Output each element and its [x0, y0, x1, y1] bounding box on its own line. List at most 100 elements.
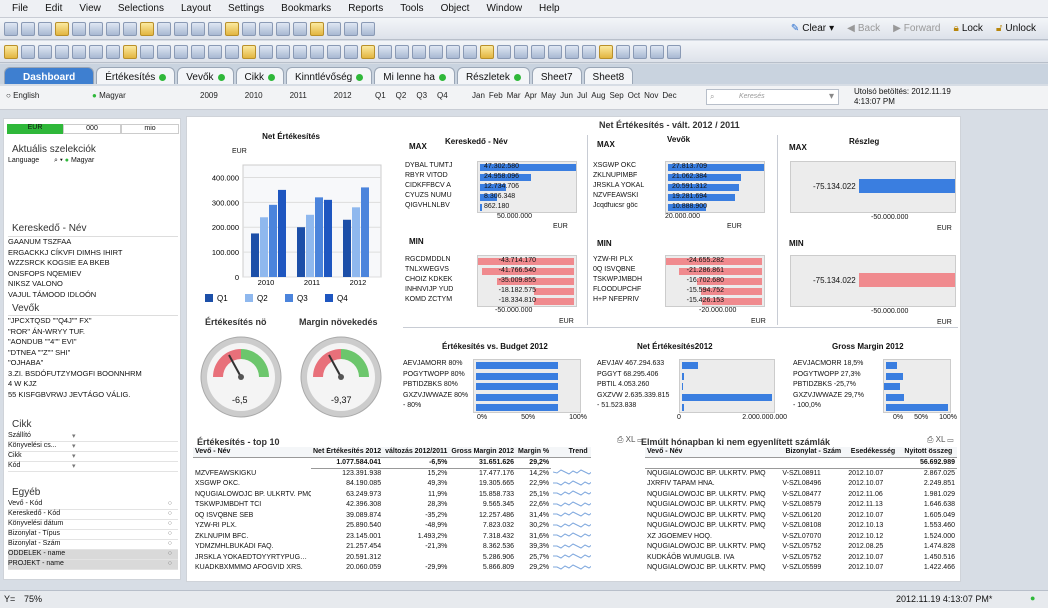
year-2011[interactable]: 2011: [290, 91, 307, 100]
design-toolbar-icon[interactable]: [667, 44, 681, 59]
design-toolbar-icon[interactable]: [72, 44, 86, 59]
menu-file[interactable]: File: [12, 3, 28, 14]
menu-view[interactable]: View: [79, 3, 101, 14]
month-jan[interactable]: Jan: [472, 91, 485, 100]
tab-értékesítés[interactable]: Értékesítés: [96, 67, 176, 84]
design-toolbar-icon[interactable]: [38, 44, 52, 59]
search-input[interactable]: ⌕ Keresés ▾: [706, 89, 839, 105]
design-toolbar-icon[interactable]: [361, 44, 375, 59]
year-2012[interactable]: 2012: [334, 91, 352, 100]
menu-help[interactable]: Help: [539, 3, 560, 14]
quarter-q4[interactable]: Q4: [437, 91, 448, 100]
toolbar-icon[interactable]: [72, 21, 86, 36]
language-value[interactable]: ⌕ ▾ ● Magyar: [54, 157, 94, 165]
month-aug[interactable]: Aug: [591, 91, 605, 100]
column-header[interactable]: Gross Margin 2012: [449, 447, 517, 458]
column-header[interactable]: Margin %: [516, 447, 552, 458]
month-sep[interactable]: Sep: [609, 91, 623, 100]
column-header[interactable]: Vevő - Név: [645, 447, 781, 458]
unlock-button[interactable]: 🔓︎ Unlock: [992, 22, 1040, 35]
design-toolbar-icon[interactable]: [4, 44, 18, 59]
egyeb-filter[interactable]: Kereskedő - Kód ○: [8, 510, 178, 520]
column-header[interactable]: Trend: [551, 447, 591, 458]
tab-kinntlévőség[interactable]: Kinntlévőség: [285, 67, 373, 84]
toolbar-icon[interactable]: [344, 21, 358, 36]
menu-object[interactable]: Object: [441, 3, 470, 14]
table-row[interactable]: KUADKBXMMMO AFOGVID XRS. 20.060.059 -29,9%…: [193, 563, 591, 574]
table-row[interactable]: NQUGIALOWOJC BP. ULKRTV. PMQ V-SZL06120 20…: [645, 510, 957, 521]
menu-layout[interactable]: Layout: [181, 3, 211, 14]
toolbar-icon[interactable]: [310, 21, 324, 36]
kereskedo-list-item[interactable]: VAJUL TÁMOOD IDLOÓN: [8, 290, 178, 299]
design-toolbar-icon[interactable]: [378, 44, 392, 59]
back-button[interactable]: ◀ Back: [843, 22, 884, 35]
quarter-q2[interactable]: Q2: [396, 91, 407, 100]
overdue-controls[interactable]: ⎙ XL ▭: [927, 435, 953, 445]
menu-window[interactable]: Window: [486, 3, 522, 14]
column-header[interactable]: Net Értékesítés 2012: [311, 447, 384, 458]
design-toolbar-icon[interactable]: [157, 44, 171, 59]
forward-button[interactable]: ▶ Forward: [889, 22, 944, 35]
toolbar-icon[interactable]: [191, 21, 205, 36]
menu-edit[interactable]: Edit: [45, 3, 62, 14]
design-toolbar-icon[interactable]: [599, 44, 613, 59]
toolbar-icon[interactable]: [327, 21, 341, 36]
design-toolbar-icon[interactable]: [259, 44, 273, 59]
cikk-filter[interactable]: Kód ▾: [8, 462, 178, 472]
table-row[interactable]: NQUGIALOWOJC BP. ULKRTV. PMQ V-SZL05752 20…: [645, 542, 957, 553]
table-row[interactable]: JXRFIV TAPAM HNA. V-SZL08496 2012.10.07 2.2…: [645, 479, 957, 490]
toolbar-icon[interactable]: [293, 21, 307, 36]
tab-vevők[interactable]: Vevők: [177, 67, 234, 84]
design-toolbar-icon[interactable]: [242, 44, 256, 59]
month-oct[interactable]: Oct: [628, 91, 640, 100]
unit-selector[interactable]: EUR 000 mio: [7, 124, 179, 134]
design-toolbar-icon[interactable]: [565, 44, 579, 59]
table-row[interactable]: NQUGIALOWOJC BP. ULKRTV. PMQ V-SZL08579 20…: [645, 500, 957, 511]
toolbar-icon[interactable]: [208, 21, 222, 36]
column-header[interactable]: Bizonylat - Szám: [780, 447, 847, 458]
lock-button[interactable]: 🔒︎ Lock: [949, 22, 986, 35]
tab-dashboard[interactable]: Dashboard: [4, 67, 95, 84]
design-toolbar-icon[interactable]: [174, 44, 188, 59]
table-row[interactable]: XSGWP OKC. 84.190.085 49,3% 19.305.665 22,9%: [193, 479, 591, 490]
kereskedo-list-item[interactable]: NIKSZ VALONO: [8, 279, 178, 290]
tab-mi-lenne-ha[interactable]: Mi lenne ha: [374, 67, 455, 84]
tab-sheet7[interactable]: Sheet7: [531, 67, 582, 84]
toolbar-icon[interactable]: [4, 21, 18, 36]
table-row[interactable]: NQUGIALOWOJC BP. ULKRTV. PMQ V-SZL08911 20…: [645, 468, 957, 479]
month-may[interactable]: May: [541, 91, 556, 100]
table-row[interactable]: YZW-RI PLX. 25.890.540 -48,9% 7.823.032 30,2…: [193, 521, 591, 532]
month-apr[interactable]: Apr: [524, 91, 536, 100]
tab-cikk[interactable]: Cikk: [235, 67, 284, 84]
design-toolbar-icon[interactable]: [208, 44, 222, 59]
design-toolbar-icon[interactable]: [633, 44, 647, 59]
cikk-filter[interactable]: Szállító ▾: [8, 432, 178, 442]
lang-magyar[interactable]: ● Magyar: [92, 91, 126, 100]
table-row[interactable]: YDMZMHLBUKÁDI FAQ. 21.257.454 -21,3% 8.362.…: [193, 542, 591, 553]
month-dec[interactable]: Dec: [662, 91, 676, 100]
vevok-list-item[interactable]: "DTNEA ""Z"" SHI": [8, 348, 178, 359]
table-row[interactable]: ZKLNUPIM BFC. 23.145.001 1.493,2% 7.318.432…: [193, 531, 591, 542]
design-toolbar-icon[interactable]: [480, 44, 494, 59]
toolbar-icon[interactable]: [55, 21, 69, 36]
kereskedo-list-item[interactable]: GAANUM TSZFAA: [8, 237, 178, 248]
table-row[interactable]: NQUGIALOWOJC BP. ULKRTV. PMQ V-SZL08108 20…: [645, 521, 957, 532]
toolbar-icon[interactable]: [38, 21, 52, 36]
table-row[interactable]: JRSKLA YOKAEDTOYYRTYPUG… 20.591.312 5.286.…: [193, 552, 591, 563]
egyeb-filter[interactable]: Bizonylat - Szám ○: [8, 540, 178, 550]
design-toolbar-icon[interactable]: [531, 44, 545, 59]
clear-button[interactable]: ✎ Clear ▾: [787, 22, 838, 35]
column-header[interactable]: Vevő - Név: [193, 447, 311, 458]
table-row[interactable]: NQUGIALOWOJC BP. ULKRTV. PMQ V-SZL08477 20…: [645, 489, 957, 500]
toolbar-icon[interactable]: [106, 21, 120, 36]
vevok-list-item[interactable]: "JPCXTQSD ""Q4J"" FX": [8, 316, 178, 327]
toolbar-icon[interactable]: [242, 21, 256, 36]
column-header[interactable]: változás 2012/2011: [383, 447, 450, 458]
menu-reports[interactable]: Reports: [348, 3, 383, 14]
vevok-list-item[interactable]: "AONDUB ""4"" EVI": [8, 337, 178, 348]
table-row[interactable]: TSKWPJMBDHT TCI 42.396.308 28,3% 9.565.345 2…: [193, 500, 591, 511]
column-header[interactable]: Nyitott összeg: [899, 447, 957, 458]
vevok-list[interactable]: "JPCXTQSD ""Q4J"" FX" "ROR" ÁN-WRYY TUF. "…: [8, 315, 178, 399]
kereskedo-list-item[interactable]: ONSFOPS NQEMIEV: [8, 269, 178, 280]
menu-settings[interactable]: Settings: [228, 3, 264, 14]
